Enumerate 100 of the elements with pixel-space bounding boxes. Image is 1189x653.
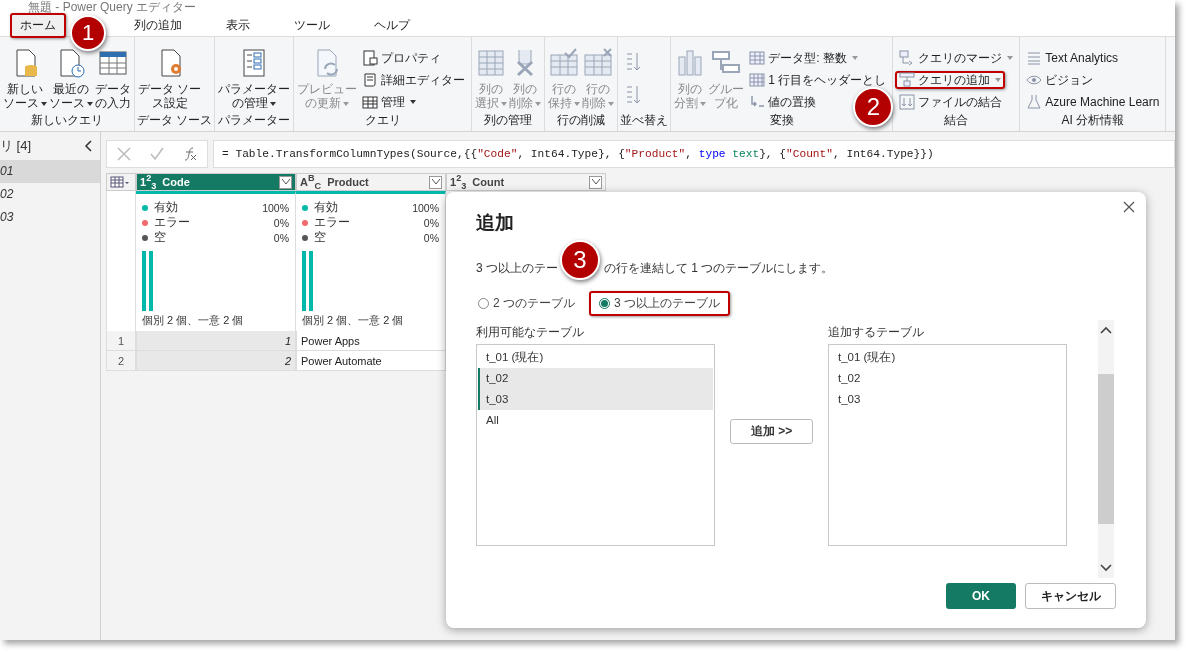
table-cell: Power Automate <box>296 351 446 371</box>
ribbon-tab[interactable]: 表示 <box>216 12 260 38</box>
table-menu-icon[interactable] <box>106 173 136 191</box>
caret-icon <box>281 179 290 185</box>
group-label: 変換 <box>768 112 795 129</box>
group-label: 新しいクエリ <box>30 112 104 129</box>
description-text: の行を連結して 1 つのテーブルにします。 <box>604 260 834 277</box>
table-icon <box>749 50 766 66</box>
hierarchy-icon <box>899 72 916 88</box>
list-item[interactable]: t_03 <box>830 389 1065 410</box>
column-name: Count <box>472 176 506 188</box>
arrow-steps-icon <box>749 94 766 110</box>
window-title: 無題 - Power Query エディター <box>0 0 1175 14</box>
close-icon[interactable] <box>1122 200 1136 214</box>
distribution-bars-icon <box>142 251 154 311</box>
table-cell: Power Apps <box>296 331 446 351</box>
stat-label: 空 <box>154 230 167 245</box>
group-label: 列の管理 <box>483 112 534 129</box>
list-item[interactable]: t_01 (現在) <box>478 347 713 368</box>
list-item[interactable]: t_01 (現在) <box>830 347 1065 368</box>
distinct-count: 個別 2 個、一意 2 個 <box>302 313 405 328</box>
step-number-badge: 1 <box>70 15 106 51</box>
scroll-editor-icon <box>362 72 379 88</box>
ribbon-tab[interactable]: ホーム <box>10 12 66 38</box>
column-header[interactable]: 1$^{2}$$_{3}$ Code <box>136 173 296 191</box>
column-header[interactable]: 1$^{2}$$_{3}$ Count <box>446 173 606 191</box>
list-label: 追加するテーブル <box>828 324 925 341</box>
scrollbar[interactable] <box>1098 320 1114 578</box>
stat-value: 0% <box>423 216 439 229</box>
ribbon-tab[interactable]: ツール <box>284 12 340 38</box>
distribution-bars-icon <box>302 251 314 311</box>
ribbon-button[interactable]: データ ソー ス設定 <box>137 47 203 111</box>
row-number: 1 <box>106 331 136 351</box>
caret-icon <box>431 179 440 185</box>
query-item[interactable]: 02 <box>0 183 100 206</box>
list-item[interactable]: t_02 <box>830 368 1065 389</box>
column-header[interactable]: A$^{B}$$_{C}$ Product <box>296 173 446 191</box>
stat-value: 0% <box>273 231 289 244</box>
function-icon[interactable] <box>182 146 199 162</box>
table-cell: 2 <box>136 351 296 371</box>
radio-option[interactable]: 3 つ以上のテーブル <box>589 291 731 316</box>
cancel-button[interactable]: キャンセル <box>1025 583 1116 609</box>
group-label: AI 分析情報 <box>1060 112 1126 129</box>
list-item[interactable]: All <box>478 410 713 431</box>
lines-icon <box>1026 50 1043 66</box>
ribbon-tab[interactable]: ヘルプ <box>364 12 420 38</box>
queries-title: リ [4] <box>0 137 32 155</box>
caret-icon <box>591 179 600 185</box>
dropdown-icon[interactable] <box>589 175 602 189</box>
description-text: 3 つ以上のテー <box>476 260 558 277</box>
table-icon <box>362 94 379 110</box>
add-button[interactable]: 追加 >> <box>730 419 813 444</box>
step-number-badge: 3 <box>560 240 600 280</box>
query-item[interactable]: 03 <box>0 206 100 229</box>
row-number: 2 <box>106 351 136 371</box>
stat-value: 0% <box>423 231 439 244</box>
ok-button[interactable]: OK <box>946 583 1016 609</box>
stat-label: 有効 <box>314 200 339 215</box>
group-label: 結合 <box>943 112 970 129</box>
stat-label: エラー <box>314 215 351 230</box>
ribbon-button[interactable]: パラメーター の管理 <box>217 47 292 111</box>
list-label: 利用可能なテーブル <box>476 324 585 341</box>
ribbon-button[interactable]: プロパティ <box>358 49 446 67</box>
table-cell: 1 <box>136 331 296 351</box>
step-number-badge: 2 <box>853 87 894 127</box>
chevron-up-icon[interactable] <box>1100 326 1112 334</box>
collapse-icon[interactable] <box>84 140 94 152</box>
distinct-count: 個別 2 個、一意 2 個 <box>142 313 245 328</box>
ribbon-button[interactable]: 新しい ソース <box>2 47 48 111</box>
column-name: Product <box>327 176 370 188</box>
ribbon-button[interactable]: 詳細エディター <box>358 71 470 89</box>
column-name: Code <box>162 176 191 188</box>
chevron-down-icon[interactable] <box>1100 564 1112 572</box>
document-properties-icon <box>362 50 379 66</box>
list-item[interactable]: t_02 <box>478 368 713 389</box>
dialog-title: 追加 <box>476 211 515 235</box>
table-icon <box>749 72 766 88</box>
stat-label: 空 <box>314 230 327 245</box>
stat-label: エラー <box>154 215 191 230</box>
formula-field[interactable]: = Table.TransformColumnTypes(Source,{{"Code", Int64.Type}, {"Product", type text}, {"Count", Int64.Type}}) <box>213 140 1175 168</box>
ribbon-button[interactable]: 管理 <box>358 93 421 111</box>
group-label: 行の削減 <box>556 112 607 129</box>
row-check-icon <box>548 47 581 79</box>
row-remove-icon <box>582 47 615 79</box>
group-label: データ ソース <box>137 112 213 129</box>
group-label: パラメーター <box>217 112 292 129</box>
group-label: クエリ <box>363 112 402 129</box>
stat-value: 100% <box>262 201 289 214</box>
dropdown-icon[interactable] <box>279 175 292 189</box>
stat-label: 有効 <box>154 200 179 215</box>
combine-files-icon <box>899 94 916 110</box>
stat-value: 100% <box>412 201 439 214</box>
flask-icon <box>1026 94 1043 110</box>
check-icon[interactable] <box>149 146 165 162</box>
group-label: 並べ替え <box>620 112 669 129</box>
dropdown-icon[interactable] <box>429 175 442 189</box>
radio-option[interactable]: 2 つのテーブル <box>476 291 585 316</box>
stat-value: 0% <box>273 216 289 229</box>
query-item[interactable]: 01 <box>0 160 100 183</box>
list-item[interactable]: t_03 <box>478 389 713 410</box>
